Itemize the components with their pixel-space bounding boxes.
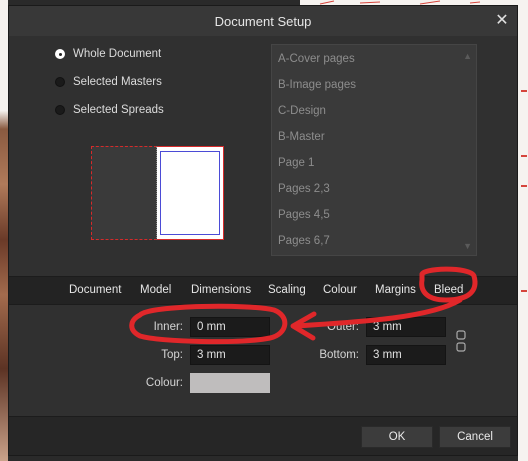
top-bleed-field[interactable]: 3 mm: [190, 345, 270, 365]
inner-bleed-field[interactable]: 0 mm: [190, 317, 270, 337]
radio-button[interactable]: [55, 105, 65, 115]
preview-right-page: [157, 146, 224, 240]
document-setup-dialog: Document Setup ✕ Whole Document Selected…: [8, 5, 518, 456]
scroll-down-icon[interactable]: ▼: [463, 241, 472, 251]
tab-dimensions[interactable]: Dimensions: [191, 284, 251, 296]
link-chain-icon[interactable]: [456, 330, 466, 352]
spread-preview: [91, 146, 225, 242]
radio-selected-spreads[interactable]: Selected Spreads: [55, 104, 164, 116]
dialog-titlebar: Document Setup ✕: [9, 6, 517, 36]
bottom-label: Bottom:: [319, 349, 359, 361]
top-label: Top:: [161, 349, 183, 361]
background-photo-strip: [0, 0, 8, 461]
close-icon[interactable]: ✕: [493, 12, 511, 30]
preview-margin-guide: [160, 151, 220, 235]
list-item[interactable]: A-Cover pages: [278, 53, 355, 65]
dialog-footer: OK Cancel: [9, 416, 517, 455]
radio-label: Selected Masters: [73, 76, 162, 88]
outer-label: Outer:: [327, 321, 359, 333]
bottom-bleed-field[interactable]: 3 mm: [366, 345, 446, 365]
dialog-title: Document Setup: [214, 13, 312, 29]
list-item[interactable]: Pages 2,3: [278, 183, 330, 195]
radio-selected-masters[interactable]: Selected Masters: [55, 76, 162, 88]
inner-label: Inner:: [153, 321, 183, 333]
radio-button[interactable]: [55, 77, 65, 87]
outer-bleed-field[interactable]: 3 mm: [366, 317, 446, 337]
tab-document[interactable]: Document: [69, 284, 121, 296]
settings-tab-bar: Document Model Dimensions Scaling Colour…: [9, 276, 517, 305]
list-item[interactable]: Pages 4,5: [278, 209, 330, 221]
radio-label: Whole Document: [73, 48, 162, 60]
tab-model[interactable]: Model: [140, 284, 171, 296]
radio-label: Selected Spreads: [73, 104, 164, 116]
colour-label: Colour:: [145, 377, 183, 389]
bleed-colour-swatch[interactable]: [190, 373, 270, 393]
pages-list[interactable]: A-Cover pages B-Image pages C-Design B-M…: [271, 44, 477, 256]
tab-colour[interactable]: Colour: [323, 284, 357, 296]
scroll-up-icon[interactable]: ▲: [463, 51, 472, 61]
preview-left-page: [91, 146, 157, 240]
tab-margins[interactable]: Margins: [375, 284, 416, 296]
ok-button[interactable]: OK: [361, 426, 433, 448]
list-item[interactable]: C-Design: [278, 105, 326, 117]
list-item[interactable]: B-Image pages: [278, 79, 356, 91]
radio-whole-document[interactable]: Whole Document: [55, 48, 161, 60]
list-item[interactable]: Page 1: [278, 157, 314, 169]
tab-scaling[interactable]: Scaling: [268, 284, 306, 296]
list-item[interactable]: B-Master: [278, 131, 325, 143]
radio-button-selected[interactable]: [55, 49, 65, 59]
background-document-strip-right: [518, 0, 528, 461]
cancel-button[interactable]: Cancel: [439, 426, 511, 448]
list-item[interactable]: Pages 6,7: [278, 235, 330, 247]
tab-bleed[interactable]: Bleed: [434, 284, 463, 296]
